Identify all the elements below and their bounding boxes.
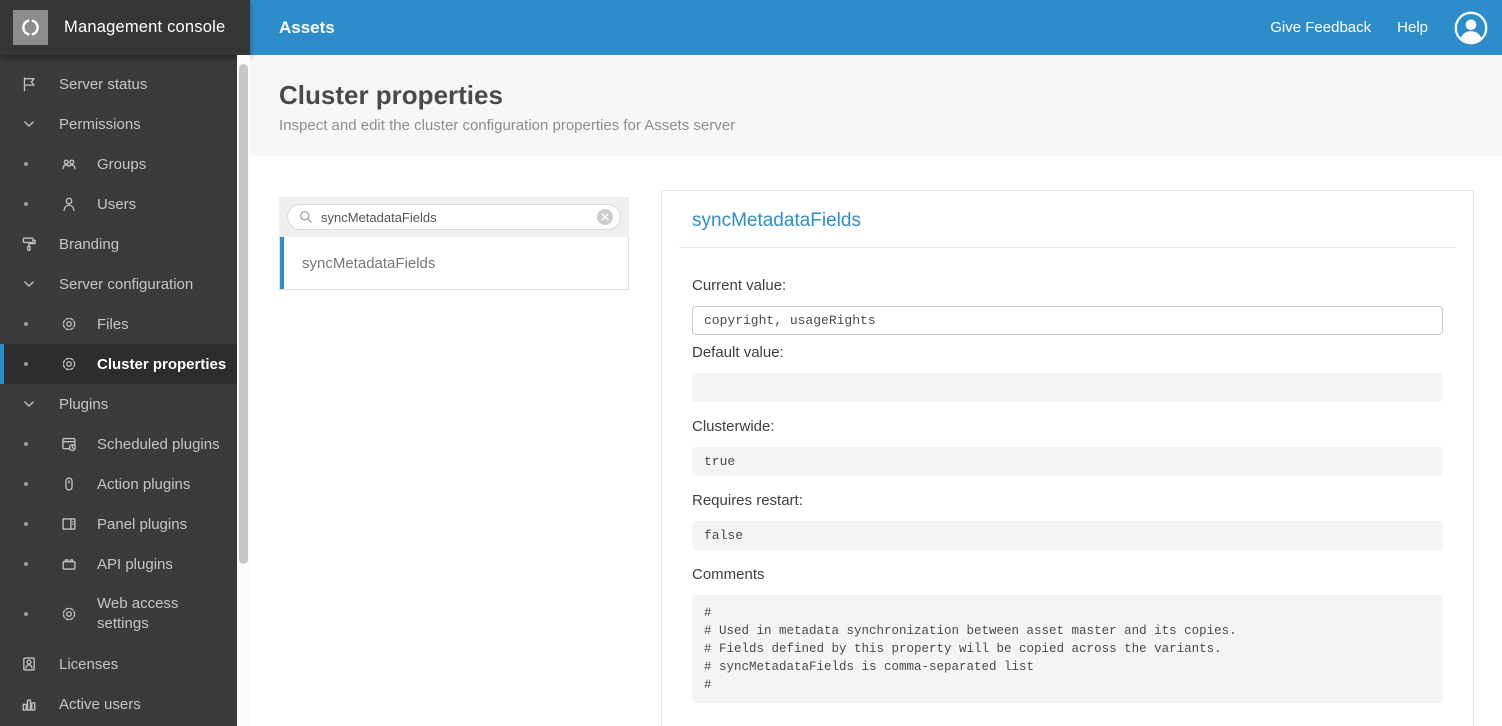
bullet-dot: [24, 522, 28, 526]
bullet-dot: [24, 612, 28, 616]
search-field: [287, 204, 621, 230]
sidebar: Management console Server status Permissi…: [0, 0, 250, 726]
sidebar-item-server-status[interactable]: Server status: [0, 64, 237, 104]
search-icon: [298, 209, 314, 225]
sidebar-scrollbar-thumb[interactable]: [239, 64, 248, 564]
clear-search-icon[interactable]: [597, 209, 613, 225]
page-subtitle: Inspect and edit the cluster configurati…: [279, 117, 736, 134]
sidebar-item-permissions[interactable]: Permissions: [0, 104, 237, 144]
groups-icon: [60, 155, 78, 173]
user-icon: [60, 195, 78, 213]
gear-icon: [60, 605, 78, 623]
property-field: Current value:: [692, 277, 1443, 335]
bullet-dot: [24, 562, 28, 566]
sidebar-item-label: Panel plugins: [97, 515, 188, 533]
app-title: Management console: [64, 18, 226, 36]
sidebar-item-label: Scheduled plugins: [97, 435, 220, 453]
chevron-down-icon: [20, 395, 38, 413]
license-icon: [20, 655, 38, 673]
field-value-readonly: [692, 373, 1443, 402]
brick-icon: [60, 555, 78, 573]
property-field: Default value:: [692, 344, 1443, 402]
sidebar-item-scheduled-plugins[interactable]: Scheduled plugins: [0, 424, 237, 464]
app-logo-icon: [13, 10, 48, 45]
panel-icon: [60, 515, 78, 533]
sidebar-item-cluster-properties[interactable]: Cluster properties: [0, 344, 237, 384]
sidebar-item-label: Cluster properties: [97, 355, 227, 373]
sidebar-item-groups[interactable]: Groups: [0, 144, 237, 184]
sidebar-item-web-access-settings[interactable]: Web access settings: [0, 584, 237, 644]
sidebar-item-label: Action plugins: [97, 475, 191, 493]
divider: [679, 247, 1456, 248]
help-link[interactable]: Help: [1397, 19, 1428, 36]
property-field: Requires restart: false: [692, 492, 1443, 550]
sidebar-item-users[interactable]: Users: [0, 184, 237, 224]
field-label: Clusterwide:: [692, 418, 775, 435]
bullet-dot: [24, 322, 28, 326]
page-title: Cluster properties: [279, 80, 503, 110]
chevron-down-icon: [20, 115, 38, 133]
sidebar-item-server-configuration[interactable]: Server configuration: [0, 264, 237, 304]
search-container: [279, 197, 629, 237]
mouse-icon: [60, 475, 78, 493]
sidebar-item-plugins[interactable]: Plugins: [0, 384, 237, 424]
sidebar-item-files[interactable]: Files: [0, 304, 237, 344]
property-filter-panel: syncMetadataFields: [279, 197, 629, 290]
field-value-input[interactable]: [692, 306, 1443, 335]
gear-icon: [60, 355, 78, 373]
bar-chart-icon: [20, 695, 38, 713]
sidebar-header: Management console: [0, 0, 250, 55]
bullet-dot: [24, 362, 28, 366]
page-header: Cluster properties Inspect and edit the …: [250, 55, 1502, 156]
bullet-dot: [24, 162, 28, 166]
search-input[interactable]: [321, 209, 597, 225]
sidebar-scrollbar-track[interactable]: [237, 55, 250, 726]
comments-readonly: # # Used in metadata synchronization bet…: [692, 595, 1443, 703]
sidebar-item-licenses[interactable]: Licenses: [0, 644, 237, 684]
give-feedback-link[interactable]: Give Feedback: [1270, 19, 1371, 36]
flag-icon: [20, 75, 38, 93]
sidebar-item-panel-plugins[interactable]: Panel plugins: [0, 504, 237, 544]
field-label: Requires restart:: [692, 492, 803, 509]
sidebar-item-action-plugins[interactable]: Action plugins: [0, 464, 237, 504]
chevron-down-icon: [20, 275, 38, 293]
sidebar-item-api-plugins[interactable]: API plugins: [0, 544, 237, 584]
property-fields: Current value: Default value: Clusterwide:…: [692, 277, 1443, 550]
sidebar-item-label: Web access settings: [97, 595, 179, 632]
field-value-readonly: false: [692, 521, 1443, 550]
bullet-dot: [24, 482, 28, 486]
field-label: Current value:: [692, 277, 787, 294]
property-detail-card: syncMetadataFields Current value: Default…: [661, 190, 1474, 726]
bullet-dot: [24, 202, 28, 206]
sidebar-nav: Server status Permissions Groups Users Brand…: [0, 64, 237, 724]
user-avatar-icon[interactable]: [1454, 11, 1488, 45]
topbar: Assets Give Feedback Help: [250, 0, 1502, 55]
comments-label: Comments: [692, 566, 765, 583]
field-label: Default value:: [692, 344, 784, 361]
sidebar-item-label: API plugins: [97, 555, 173, 573]
calendar-clock-icon: [60, 435, 78, 453]
bullet-dot: [24, 442, 28, 446]
gear-icon: [60, 315, 78, 333]
property-list-item[interactable]: syncMetadataFields: [280, 237, 628, 289]
property-field: Clusterwide: true: [692, 418, 1443, 476]
sidebar-item-branding[interactable]: Branding: [0, 224, 237, 264]
property-list: syncMetadataFields: [279, 237, 629, 290]
field-value-readonly: true: [692, 447, 1443, 476]
topbar-title: Assets: [279, 17, 335, 37]
property-name-heading: syncMetadataFields: [692, 210, 861, 231]
sidebar-item-active-users[interactable]: Active users: [0, 684, 237, 724]
comments-section: Comments # # Used in metadata synchroniz…: [692, 566, 1443, 703]
paint-roller-icon: [20, 235, 38, 253]
topbar-actions: Give Feedback Help: [1270, 11, 1488, 45]
